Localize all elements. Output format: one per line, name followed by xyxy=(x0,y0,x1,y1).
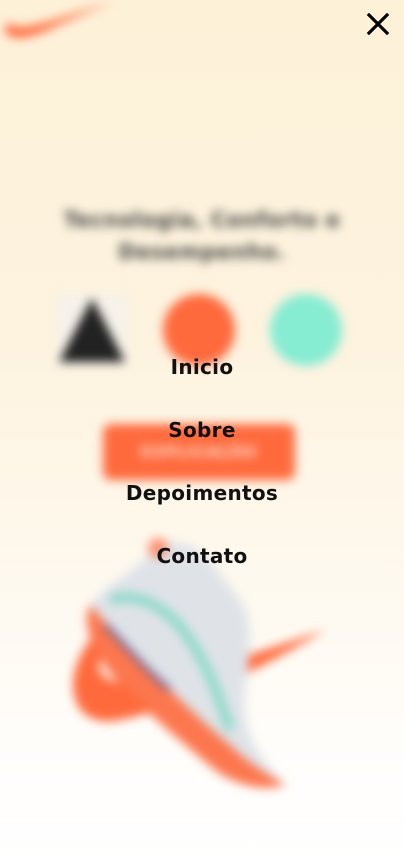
close-button[interactable] xyxy=(360,6,396,42)
menu-link-contato[interactable]: Contato xyxy=(156,535,247,578)
menu-item-sobre: Sobre xyxy=(0,409,404,472)
menu-link-sobre[interactable]: Sobre xyxy=(168,409,235,452)
menu-list: Inicio Sobre Depoimentos Contato xyxy=(0,346,404,598)
menu-link-inicio[interactable]: Inicio xyxy=(171,346,234,389)
menu-item-depoimentos: Depoimentos xyxy=(0,472,404,535)
menu-item-contato: Contato xyxy=(0,535,404,598)
menu-item-inicio: Inicio xyxy=(0,346,404,409)
close-icon xyxy=(366,13,390,35)
mobile-menu: Inicio Sobre Depoimentos Contato xyxy=(0,0,404,868)
menu-link-depoimentos[interactable]: Depoimentos xyxy=(126,472,278,515)
